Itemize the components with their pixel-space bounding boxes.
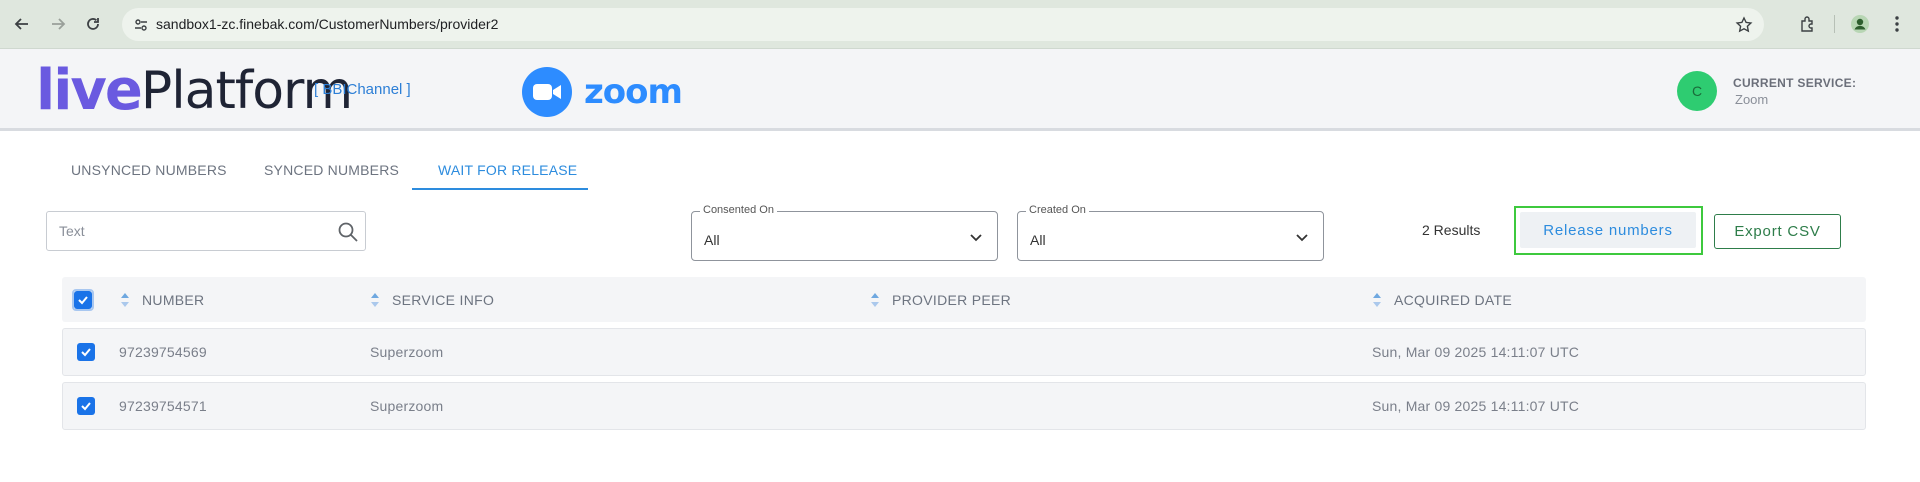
user-avatar[interactable]: C — [1677, 71, 1717, 111]
column-label: NUMBER — [142, 292, 205, 308]
app-header: live Platform [ BBIChannel ] zoom C CURR… — [0, 49, 1920, 131]
cell-number: 97239754571 — [119, 398, 207, 414]
toolbar-divider — [1834, 15, 1835, 33]
cell-service-info: Superzoom — [370, 398, 444, 414]
checkmark-icon — [81, 402, 91, 411]
results-count: 2 Results — [1422, 222, 1481, 238]
table-header: NUMBER SERVICE INFO PROVIDER PEER ACQUIR… — [62, 277, 1866, 322]
profile-icon[interactable] — [1849, 13, 1871, 35]
row-checkbox[interactable] — [77, 343, 95, 361]
consented-on-label: Consented On — [700, 204, 777, 216]
extensions-icon[interactable] — [1797, 13, 1819, 35]
zoom-camera-icon — [522, 67, 572, 117]
tab-synced-numbers[interactable]: SYNCED NUMBERS — [264, 162, 399, 178]
column-label: PROVIDER PEER — [892, 292, 1012, 308]
cell-acquired-date: Sun, Mar 09 2025 14:11:07 UTC — [1372, 344, 1580, 360]
created-on-label: Created On — [1026, 204, 1089, 216]
export-csv-button[interactable]: Export CSV — [1714, 214, 1841, 249]
address-bar[interactable]: sandbox1-zc.finebak.com/CustomerNumbers/… — [122, 8, 1764, 41]
search-field[interactable] — [46, 211, 366, 251]
zoom-wordmark: zoom — [584, 72, 683, 112]
checkbox-checked-icon — [74, 291, 92, 309]
row-checkbox[interactable] — [77, 397, 95, 415]
created-on-select[interactable]: Created On All — [1017, 204, 1324, 261]
column-header-service-info[interactable]: SERVICE INFO — [370, 292, 494, 308]
sort-icon[interactable] — [120, 292, 130, 308]
table-row[interactable]: 97239754571 Superzoom Sun, Mar 09 2025 1… — [62, 382, 1866, 430]
current-service-value: Zoom — [1735, 92, 1769, 107]
reload-icon[interactable] — [82, 13, 104, 35]
back-icon[interactable] — [11, 13, 33, 35]
current-service-label: CURRENT SERVICE: — [1733, 76, 1857, 90]
logo-live-text: live — [36, 58, 143, 123]
tab-unsynced-numbers[interactable]: UNSYNCED NUMBERS — [71, 162, 227, 178]
cell-service-info: Superzoom — [370, 344, 444, 360]
tab-wait-for-release[interactable]: WAIT FOR RELEASE — [438, 162, 577, 178]
search-icon[interactable] — [337, 221, 359, 243]
column-header-provider-peer[interactable]: PROVIDER PEER — [870, 292, 1011, 308]
select-all-checkbox[interactable] — [72, 289, 94, 311]
active-tab-indicator — [412, 188, 588, 190]
chevron-down-icon[interactable] — [969, 230, 983, 244]
table-row[interactable]: 97239754569 Superzoom Sun, Mar 09 2025 1… — [62, 328, 1866, 376]
cell-number: 97239754569 — [119, 344, 207, 360]
search-input[interactable] — [59, 220, 319, 242]
sort-icon[interactable] — [370, 292, 380, 308]
consented-on-value: All — [704, 232, 720, 248]
channel-tag: [ BBIChannel ] — [314, 81, 411, 98]
site-settings-icon[interactable] — [132, 16, 150, 34]
chevron-down-icon[interactable] — [1295, 230, 1309, 244]
cell-acquired-date: Sun, Mar 09 2025 14:11:07 UTC — [1372, 398, 1580, 414]
bookmark-star-icon[interactable] — [1734, 15, 1754, 35]
liveplatform-logo[interactable]: live Platform — [36, 58, 353, 123]
column-header-number[interactable]: NUMBER — [120, 292, 204, 308]
consented-on-select[interactable]: Consented On All — [691, 204, 998, 261]
created-on-value: All — [1030, 232, 1046, 248]
column-label: ACQUIRED DATE — [1394, 292, 1512, 308]
sort-icon[interactable] — [870, 292, 880, 308]
browser-toolbar: sandbox1-zc.finebak.com/CustomerNumbers/… — [0, 0, 1920, 49]
url-text[interactable]: sandbox1-zc.finebak.com/CustomerNumbers/… — [156, 16, 498, 32]
forward-icon[interactable] — [47, 13, 69, 35]
checkmark-icon — [81, 348, 91, 357]
browser-menu-icon[interactable] — [1886, 13, 1908, 35]
column-label: SERVICE INFO — [392, 292, 495, 308]
zoom-logo: zoom — [522, 67, 683, 117]
release-numbers-button[interactable]: Release numbers — [1520, 212, 1696, 248]
column-header-acquired-date[interactable]: ACQUIRED DATE — [1372, 292, 1512, 308]
sort-icon[interactable] — [1372, 292, 1382, 308]
